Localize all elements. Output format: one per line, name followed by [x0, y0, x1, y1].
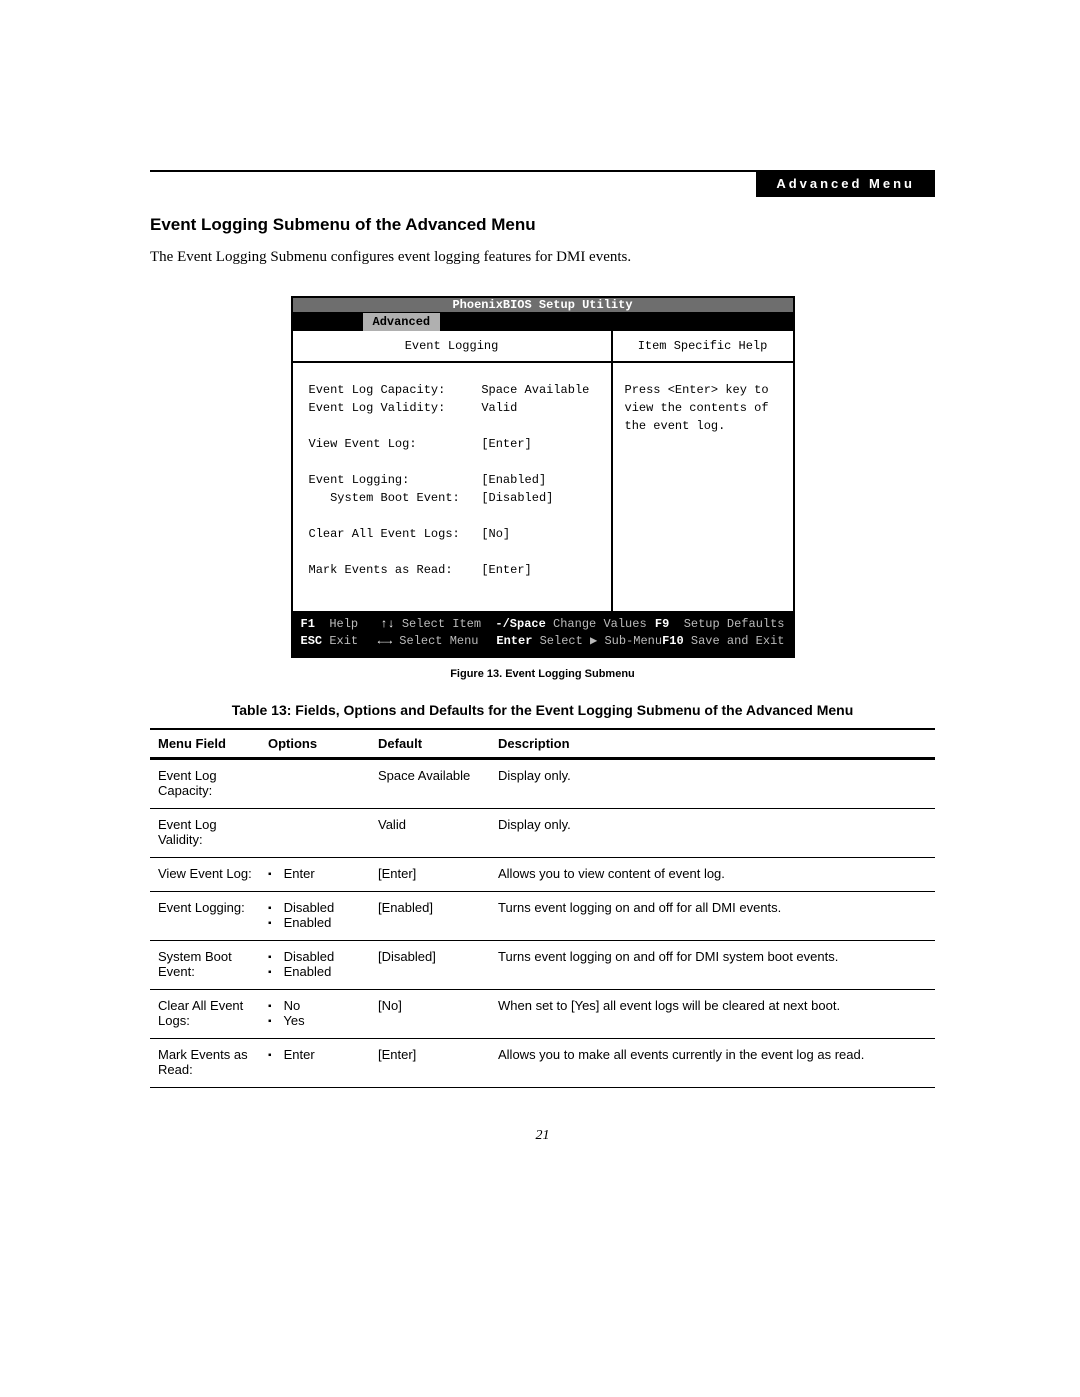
cell-options: Enter [260, 857, 370, 891]
table-row: System Boot Event: Disabled Enabled[Disa… [150, 940, 935, 989]
cell-description: Turns event logging on and off for DMI s… [490, 940, 935, 989]
cell-field: System Boot Event: [150, 940, 260, 989]
table-row: Mark Events as Read: Enter[Enter]Allows … [150, 1038, 935, 1087]
cell-options: No Yes [260, 989, 370, 1038]
bios-help-text: Press <Enter> key to view the contents o… [613, 363, 793, 443]
th-menu-field: Menu Field [150, 729, 260, 759]
cell-options [260, 758, 370, 808]
table-row: View Event Log: Enter[Enter]Allows you t… [150, 857, 935, 891]
cell-options [260, 808, 370, 857]
cell-field: Clear All Event Logs: [150, 989, 260, 1038]
cell-default: [Enabled] [370, 891, 490, 940]
bios-key-row-1: F1 Help ↑↓ Select Item -/Space Change Va… [301, 616, 785, 633]
cell-default: Valid [370, 808, 490, 857]
cell-default: Space Available [370, 758, 490, 808]
table-row: Event Log Validity: ValidDisplay only. [150, 808, 935, 857]
cell-options: Disabled Enabled [260, 891, 370, 940]
cell-field: Event Logging: [150, 891, 260, 940]
bios-screenshot: PhoenixBIOS Setup Utility Advanced Event… [291, 296, 795, 658]
cell-description: Display only. [490, 808, 935, 857]
cell-field: Event Log Capacity: [150, 758, 260, 808]
table-row: Clear All Event Logs: No Yes[No]When set… [150, 989, 935, 1038]
cell-options: Enter [260, 1038, 370, 1087]
th-options: Options [260, 729, 370, 759]
cell-default: [Disabled] [370, 940, 490, 989]
table-row: Event Logging: Disabled Enabled[Enabled]… [150, 891, 935, 940]
bios-tab-advanced[interactable]: Advanced [363, 313, 441, 331]
bios-submenu-title: Event Logging [293, 331, 611, 363]
page-number: 21 [150, 1128, 935, 1144]
bios-key-row-2: ESC Exit ←→ Select Menu Enter Select ▶ S… [301, 633, 785, 650]
cell-description: When set to [Yes] all event logs will be… [490, 989, 935, 1038]
figure-caption: Figure 13. Event Logging Submenu [150, 668, 935, 680]
cell-default: [Enter] [370, 1038, 490, 1087]
cell-field: Event Log Validity: [150, 808, 260, 857]
cell-default: [Enter] [370, 857, 490, 891]
bios-key-hints: F1 Help ↑↓ Select Item -/Space Change Va… [293, 612, 793, 656]
lead-paragraph: The Event Logging Submenu configures eve… [150, 249, 935, 266]
cell-description: Turns event logging on and off for all D… [490, 891, 935, 940]
bios-field-list: Event Log Capacity: Space Available Even… [293, 363, 611, 587]
th-description: Description [490, 729, 935, 759]
th-default: Default [370, 729, 490, 759]
cell-field: View Event Log: [150, 857, 260, 891]
bios-title-bar: PhoenixBIOS Setup Utility [293, 298, 793, 313]
bios-left-pane: Event Logging Event Log Capacity: Space … [293, 331, 613, 611]
table-title: Table 13: Fields, Options and Defaults f… [150, 702, 935, 718]
cell-options: Disabled Enabled [260, 940, 370, 989]
table-row: Event Log Capacity: Space AvailableDispla… [150, 758, 935, 808]
defaults-table: Menu Field Options Default Description E… [150, 728, 935, 1088]
cell-default: [No] [370, 989, 490, 1038]
bios-menu-bar: Advanced [293, 313, 793, 331]
document-page: Advanced Menu Event Logging Submenu of t… [0, 0, 1080, 1397]
header-tab: Advanced Menu [756, 172, 935, 197]
table-header-row: Menu Field Options Default Description [150, 729, 935, 759]
cell-description: Allows you to view content of event log. [490, 857, 935, 891]
cell-field: Mark Events as Read: [150, 1038, 260, 1087]
cell-description: Allows you to make all events currently … [490, 1038, 935, 1087]
bios-help-pane: Item Specific Help Press <Enter> key to … [613, 331, 793, 611]
section-heading: Event Logging Submenu of the Advanced Me… [150, 215, 935, 235]
cell-description: Display only. [490, 758, 935, 808]
bios-help-title: Item Specific Help [613, 331, 793, 363]
